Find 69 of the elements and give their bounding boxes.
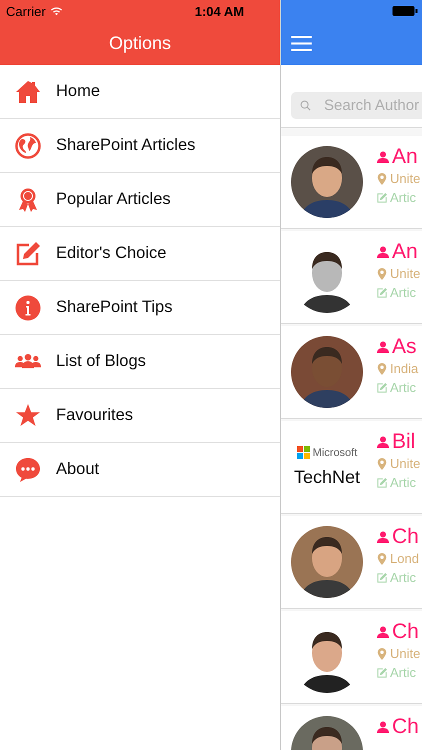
logo-text: Microsoft: [312, 446, 358, 458]
author-name: Bil: [392, 431, 416, 452]
menu-item[interactable]: SharePoint Articles: [0, 119, 280, 173]
edit-icon: [377, 666, 387, 678]
author-location: Lond: [390, 551, 419, 566]
menu-item[interactable]: List of Blogs: [0, 335, 280, 389]
author-location: India: [390, 361, 418, 376]
wifi-icon: [50, 6, 63, 16]
globe-icon: [15, 132, 41, 158]
location-pin-icon: [377, 458, 387, 470]
person-icon: [377, 530, 389, 542]
star-icon: [15, 402, 41, 428]
menu-item[interactable]: SharePoint Tips: [0, 281, 280, 335]
person-icon: [377, 246, 389, 258]
author-name: Ch: [392, 716, 419, 737]
articles-label: Artic: [390, 570, 416, 585]
edit-icon: [377, 476, 387, 488]
articles-label: Artic: [390, 285, 416, 300]
logo-text: TechNet: [294, 467, 360, 488]
author-card[interactable]: Microsoft TechNet Bil Unite Artic: [281, 421, 422, 514]
author-name: Ch: [392, 621, 419, 642]
menu-item[interactable]: About: [0, 443, 280, 497]
author-name: An: [392, 146, 418, 167]
windows-logo-icon: [296, 446, 310, 459]
person-icon: [377, 436, 389, 448]
author-card[interactable]: An Unite Artic: [281, 231, 422, 324]
author-location: Unite: [390, 456, 420, 471]
menu-item[interactable]: Popular Articles: [0, 173, 280, 227]
edit-icon: [377, 382, 387, 394]
carrier-label: Carrier: [6, 4, 46, 18]
menu-icon[interactable]: [291, 36, 312, 51]
author-location: Unite: [390, 266, 420, 281]
location-pin-icon: [377, 552, 387, 564]
location-pin-icon: [377, 268, 387, 280]
author-card[interactable]: Ch Unite Artic: [281, 611, 422, 704]
edit-icon: [377, 286, 387, 298]
person-icon: [377, 150, 389, 162]
edit-icon: [377, 572, 387, 584]
author-name: As: [392, 336, 417, 357]
author-location: Unite: [390, 646, 420, 661]
author-card[interactable]: As India Artic: [281, 326, 422, 419]
author-card[interactable]: Ch Lond Artic: [281, 516, 422, 609]
chat-bubble-icon: [15, 456, 41, 482]
menu-item[interactable]: Editor's Choice: [0, 227, 280, 281]
info-icon: [15, 294, 41, 320]
author-name: An: [392, 241, 418, 262]
articles-label: Artic: [390, 665, 416, 680]
person-icon: [377, 340, 389, 352]
edit-icon: [15, 240, 41, 266]
house-icon: [15, 78, 41, 104]
person-icon: [377, 626, 389, 638]
clock-time: 1:04 AM: [194, 4, 244, 18]
articles-label: Artic: [390, 475, 416, 490]
search-icon: [300, 100, 311, 111]
author-card[interactable]: An Unite Artic: [281, 136, 422, 229]
search-field[interactable]: Search Author: [291, 92, 422, 119]
location-pin-icon: [377, 362, 387, 374]
location-pin-icon: [377, 648, 387, 660]
drawer-title: Options: [108, 33, 172, 54]
author-card[interactable]: Ch: [281, 706, 422, 750]
author-name: Ch: [392, 526, 419, 547]
edit-icon: [377, 192, 387, 204]
person-icon: [377, 720, 389, 732]
battery-icon: [392, 5, 418, 17]
articles-label: Artic: [390, 190, 416, 205]
location-pin-icon: [377, 172, 387, 184]
author-location: Unite: [390, 171, 420, 186]
articles-label: Artic: [390, 380, 416, 395]
menu-item[interactable]: Home: [0, 65, 280, 119]
